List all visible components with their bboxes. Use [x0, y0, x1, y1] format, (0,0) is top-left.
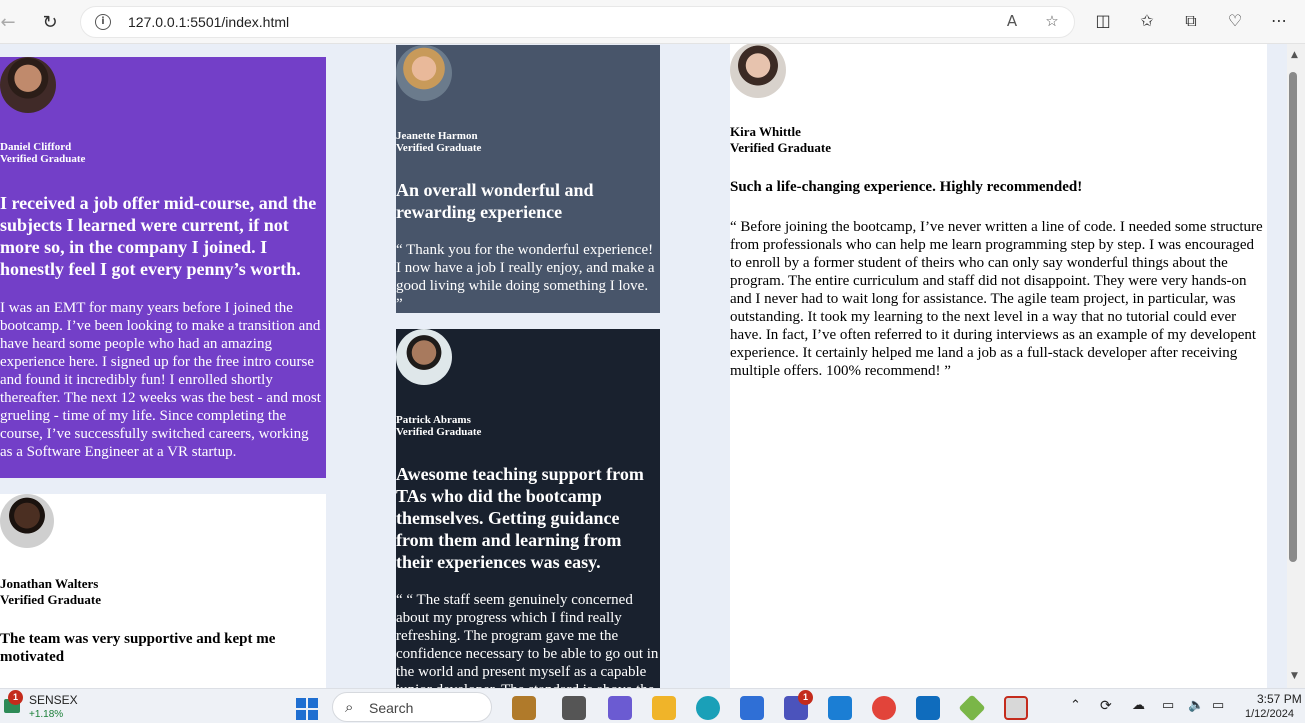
address-url[interactable]: 127.0.0.1:5501/index.html	[128, 14, 289, 30]
address-bar[interactable]: i 127.0.0.1:5501/index.html A ☆	[80, 6, 1075, 38]
more-menu-icon[interactable]: ⋯	[1268, 11, 1290, 33]
scroll-up-arrow-icon[interactable]: ▲	[1291, 50, 1298, 60]
sync-icon[interactable]: ⟳	[1100, 697, 1112, 714]
testimonial-name: Kira Whittle Verified Graduate	[730, 124, 831, 155]
testimonial-card-kira: Kira Whittle Verified Graduate Such a li…	[730, 44, 1267, 688]
testimonial-role: Verified Graduate	[730, 140, 831, 155]
testimonial-headline: An overall wonderful and rewarding exper…	[396, 180, 594, 222]
git-client-icon[interactable]	[958, 694, 986, 722]
avatar	[396, 45, 452, 101]
site-info-icon[interactable]: i	[95, 14, 111, 30]
taskbar-search[interactable]: ⌕ Search	[332, 692, 492, 722]
file-explorer-icon[interactable]	[652, 696, 676, 720]
testimonial-headline: I received a job offer mid-course, and t…	[0, 193, 317, 279]
split-screen-icon[interactable]: ◫	[1092, 11, 1114, 33]
testimonial-name: Jeanette Harmon Verified Graduate	[396, 130, 482, 154]
display-icon[interactable]: ▭	[1162, 697, 1174, 713]
testimonial-card-jeanette: Jeanette Harmon Verified Graduate An ove…	[396, 45, 660, 313]
avatar	[0, 57, 56, 113]
widget-badge: 1	[8, 690, 23, 705]
browser-toolbar: ← ↻ i 127.0.0.1:5501/index.html A ☆ ◫ ✩ …	[0, 0, 1305, 44]
back-icon[interactable]: ←	[0, 8, 22, 36]
browser-essentials-icon[interactable]: ♡	[1224, 11, 1246, 33]
avatar	[396, 329, 452, 385]
edge-browser-icon[interactable]	[696, 696, 720, 720]
avatar	[730, 44, 786, 98]
clock-time[interactable]: 3:57 PM	[1257, 692, 1302, 706]
network-icon[interactable]: ☁	[1132, 697, 1145, 713]
testimonial-card-patrick: Patrick Abrams Verified Graduate Awesome…	[396, 329, 660, 688]
windows-taskbar: 1 SENSEX +1.18% ⌕ Search 1 ⌃ ⟳ ☁ ▭ 🔈 ▭ 3…	[0, 688, 1305, 723]
testimonial-role: Verified Graduate	[396, 142, 482, 154]
scroll-down-arrow-icon[interactable]: ▼	[1291, 671, 1298, 681]
testimonial-name: Daniel Clifford Verified Graduate	[0, 141, 86, 165]
testimonial-card-jonathan: Jonathan Walters Verified Graduate The t…	[0, 494, 326, 688]
battery-icon[interactable]: ▭	[1212, 697, 1224, 713]
teams-badge: 1	[798, 690, 813, 705]
outlook-icon[interactable]	[916, 696, 940, 720]
widget-value: +1.18%	[29, 709, 64, 720]
testimonial-headline: Awesome teaching support from TAs who di…	[396, 464, 644, 572]
search-icon: ⌕	[345, 698, 354, 716]
scrollbar-thumb[interactable]	[1289, 72, 1297, 562]
clock-date[interactable]: 1/12/2024	[1245, 708, 1294, 720]
testimonial-role: Verified Graduate	[396, 426, 482, 438]
testimonial-quote: “ “ The staff seem genuinely concerned a…	[396, 592, 659, 688]
microsoft-store-icon[interactable]	[740, 696, 764, 720]
avatar	[0, 494, 54, 548]
chrome-icon[interactable]	[872, 696, 896, 720]
windows-start-icon[interactable]	[296, 698, 318, 720]
widget-title[interactable]: SENSEX	[29, 693, 78, 707]
testimonial-quote: “ Thank you for the wonderful experience…	[396, 242, 655, 312]
volume-muted-icon[interactable]: 🔈	[1188, 697, 1204, 713]
search-label: Search	[369, 700, 414, 716]
read-aloud-icon[interactable]: A	[1001, 12, 1023, 34]
collections-icon[interactable]: ⧉	[1180, 11, 1202, 33]
video-call-app-icon[interactable]	[608, 696, 632, 720]
testimonial-name: Jonathan Walters Verified Graduate	[0, 576, 101, 607]
testimonial-headline: The team was very supportive and kept me…	[0, 631, 276, 665]
refresh-icon[interactable]: ↻	[36, 8, 64, 36]
briefcase-app-icon[interactable]	[512, 696, 536, 720]
vs-code-icon[interactable]	[828, 696, 852, 720]
testimonial-quote: I was an EMT for many years before I joi…	[0, 300, 321, 460]
testimonial-role: Verified Graduate	[0, 153, 86, 165]
testimonial-name: Patrick Abrams Verified Graduate	[396, 414, 482, 438]
testimonials-page: Daniel Clifford Verified Graduate I rece…	[0, 44, 1287, 688]
favorite-star-icon[interactable]: ☆	[1041, 12, 1063, 34]
testimonial-card-daniel: Daniel Clifford Verified Graduate I rece…	[0, 57, 326, 478]
testimonial-headline: Such a life-changing experience. Highly …	[730, 179, 1083, 195]
favorites-icon[interactable]: ✩	[1136, 11, 1158, 33]
snipping-tool-icon[interactable]	[1004, 696, 1028, 720]
testimonial-role: Verified Graduate	[0, 592, 101, 607]
chevron-up-icon[interactable]: ⌃	[1070, 697, 1081, 713]
testimonial-quote: “ Before joining the bootcamp, I’ve neve…	[730, 219, 1263, 379]
task-view-icon[interactable]	[562, 696, 586, 720]
